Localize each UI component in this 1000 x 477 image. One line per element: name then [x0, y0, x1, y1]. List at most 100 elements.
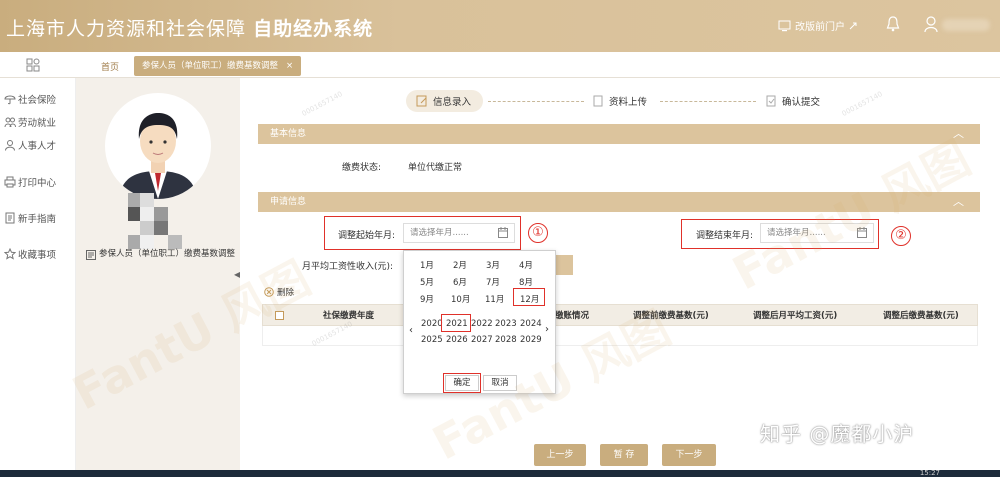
status-value: 单位代缴正常 [408, 163, 463, 173]
start-month-label: 调整起始年月: [338, 231, 396, 241]
step-label: 资料上传 [609, 97, 648, 108]
tab-contribution-adjust[interactable]: 参保人员（单位职工）缴费基数调整 × [134, 56, 302, 76]
people-icon [4, 117, 16, 128]
picker-year[interactable]: 2029 [520, 335, 542, 345]
sidebar-item-label: 劳动就业 [18, 118, 57, 129]
chevron-up-icon[interactable]: ︿ [953, 192, 964, 212]
column-header: 调整后缴费基数(元) [883, 311, 959, 321]
picker-year[interactable]: 2023 [495, 319, 517, 329]
annotation-one: ① [528, 223, 548, 243]
table-header: 社保缴费年度 缴账情况 调整前缴费基数(元) 调整后月平均工资(元) 调整后缴费… [262, 304, 978, 326]
tab-home[interactable]: 首页 [101, 60, 119, 73]
monitor-icon [778, 20, 791, 31]
sidebar-item-label: 社会保险 [18, 95, 57, 106]
column-header: 社保缴费年度 [323, 311, 375, 321]
calendar-icon[interactable] [857, 227, 867, 238]
picker-cancel-button[interactable]: 取消 [483, 375, 517, 391]
delete-button[interactable]: 删除 [264, 286, 294, 298]
picker-month-selected[interactable]: 12月 [520, 293, 539, 305]
picker-year[interactable]: 2020 [421, 319, 443, 329]
picker-month[interactable]: 2月 [453, 259, 467, 271]
annotation-two: ② [891, 226, 911, 246]
printer-icon [4, 176, 16, 188]
form-icon [86, 250, 96, 260]
column-header: 调整前缴费基数(元) [633, 311, 709, 321]
chevron-up-icon[interactable]: ︿ [953, 124, 964, 144]
tab-close-icon[interactable]: × [286, 61, 293, 71]
picker-year[interactable]: 2024 [520, 319, 542, 329]
picker-year-selected[interactable]: 2021 [446, 319, 468, 329]
picker-month[interactable]: 4月 [519, 259, 533, 271]
picker-month[interactable]: 10月 [451, 293, 470, 305]
sidebar-item-personnel[interactable]: 人事人才 [4, 138, 56, 152]
tab-bar: 首页 参保人员（单位职工）缴费基数调整 × [0, 52, 1000, 78]
end-month-placeholder: 请选择年月...... [767, 228, 826, 238]
picker-year[interactable]: 2027 [471, 335, 493, 345]
end-month-input[interactable]: 请选择年月...... [760, 223, 874, 243]
picker-year[interactable]: 2028 [495, 335, 517, 345]
step-label: 信息录入 [433, 97, 472, 108]
delete-label: 删除 [277, 288, 295, 298]
step-info-entry: 信息录入 [406, 90, 484, 112]
profile-task-label: 参保人员（单位职工）缴费基数调整 [86, 249, 236, 260]
sidebar-item-label: 收藏事项 [18, 250, 57, 261]
os-taskbar: 15:27 [0, 469, 1000, 477]
sidebar-item-employment[interactable]: 劳动就业 [4, 115, 56, 129]
table-body [262, 326, 978, 346]
section-title: 申请信息 [270, 197, 307, 207]
old-portal-link[interactable]: 改版前门户 [778, 18, 857, 33]
prev-step-button[interactable]: 上一步 [534, 444, 586, 466]
picker-month[interactable]: 3月 [486, 259, 500, 271]
basic-info-header[interactable]: 基本信息 ︿ [258, 124, 980, 144]
sidebar: 社会保险 劳动就业 人事人才 打印中心 新手指南 收藏事项 [0, 78, 76, 477]
step-confirm: 确认提交 [765, 90, 820, 112]
start-month-placeholder: 请选择年月...... [410, 228, 469, 238]
picker-month[interactable]: 9月 [420, 293, 434, 305]
person-icon [5, 140, 15, 151]
step-upload: 资料上传 [592, 90, 647, 112]
user-menu[interactable] [924, 16, 994, 34]
step-connector [488, 101, 584, 102]
apply-info-header[interactable]: 申请信息 ︿ [258, 192, 980, 212]
profile-task-text: 参保人员（单位职工）缴费基数调整 [99, 249, 236, 259]
picker-month[interactable]: 5月 [420, 276, 434, 288]
doc-icon [593, 95, 603, 107]
app-header: 上海市人力资源和社会保障 自助经办系统 改版前门户 [0, 0, 1000, 52]
apps-grid-icon[interactable] [26, 58, 40, 72]
old-portal-label: 改版前门户 [795, 22, 845, 33]
sidebar-item-favorites[interactable]: 收藏事项 [4, 247, 56, 261]
save-draft-button[interactable]: 暂 存 [600, 444, 648, 466]
sidebar-item-social-insurance[interactable]: 社会保险 [4, 92, 56, 106]
picker-month[interactable]: 11月 [485, 293, 504, 305]
picker-year[interactable]: 2026 [446, 335, 468, 345]
step-label: 确认提交 [782, 97, 821, 108]
month-picker-popup: 1月 2月 3月 4月 5月 6月 7月 8月 9月 10月 11月 12月 ‹… [403, 250, 556, 394]
picker-month[interactable]: 1月 [420, 259, 434, 271]
picker-year[interactable]: 2025 [421, 335, 443, 345]
next-step-button[interactable]: 下一步 [662, 444, 716, 466]
profile-panel: 参保人员（单位职工）缴费基数调整 [76, 78, 240, 477]
bell-icon[interactable] [886, 16, 900, 32]
user-name-blurred [942, 19, 990, 31]
next-years-chevron-icon[interactable]: › [545, 324, 549, 335]
sidebar-item-label: 新手指南 [18, 214, 57, 225]
picker-month[interactable]: 8月 [519, 276, 533, 288]
sidebar-item-guide[interactable]: 新手指南 [4, 211, 56, 225]
step-connector [660, 101, 756, 102]
sidebar-item-print-center[interactable]: 打印中心 [4, 175, 56, 189]
delete-circle-icon [264, 287, 274, 297]
edit-doc-icon [416, 95, 427, 107]
zhihu-watermark: 知乎 @魔都小沪 [760, 422, 915, 446]
picker-year[interactable]: 2022 [471, 319, 493, 329]
taskbar-clock: 15:27 [919, 469, 940, 477]
calendar-icon[interactable] [498, 227, 508, 238]
sidebar-item-label: 打印中心 [18, 178, 57, 189]
app-window: 上海市人力资源和社会保障 自助经办系统 改版前门户 首页 参保人员（单位职工）缴… [0, 0, 1000, 477]
picker-month[interactable]: 7月 [486, 276, 500, 288]
app-title: 上海市人力资源和社会保障 自助经办系统 [6, 14, 373, 41]
prev-years-chevron-icon[interactable]: ‹ [409, 325, 413, 336]
select-all-checkbox[interactable] [275, 305, 284, 327]
umbrella-icon [4, 95, 16, 105]
start-month-input[interactable]: 请选择年月...... [403, 223, 515, 243]
picker-month[interactable]: 6月 [453, 276, 467, 288]
